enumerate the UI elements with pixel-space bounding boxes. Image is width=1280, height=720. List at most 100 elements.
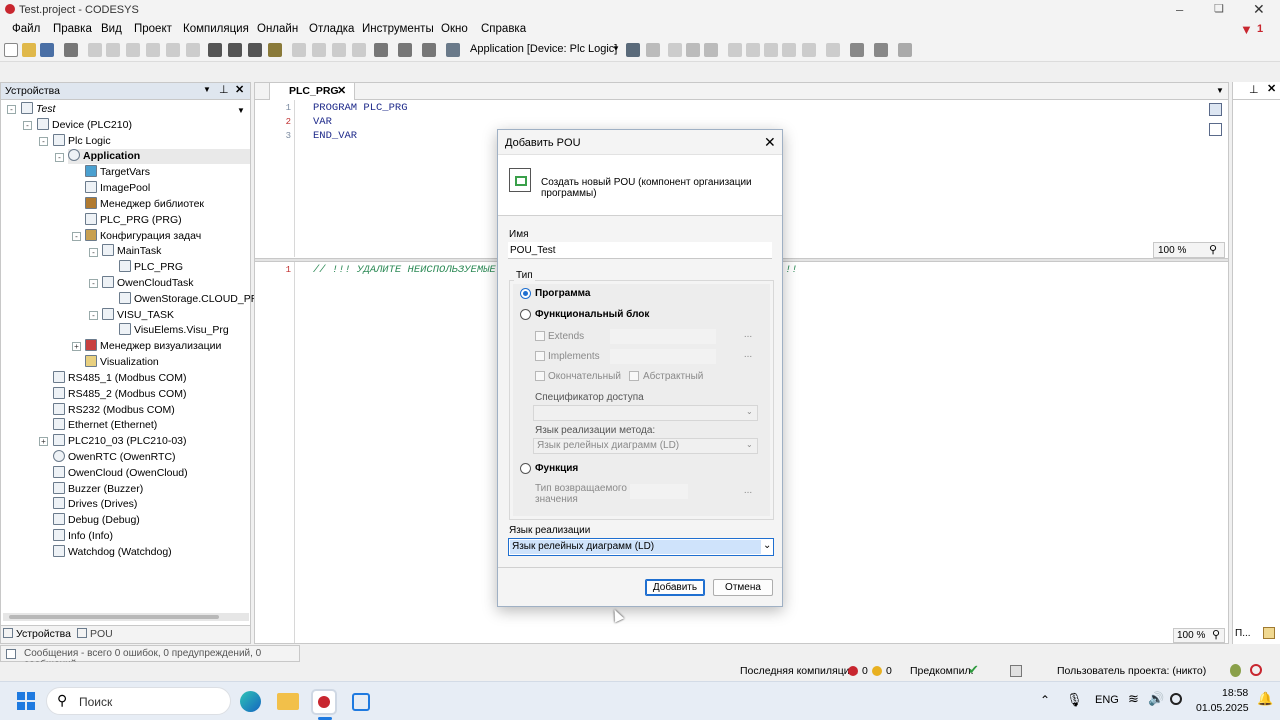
collapse-taskconfig-icon[interactable]: - <box>72 232 81 241</box>
new-file-icon[interactable] <box>4 43 18 57</box>
panel-menu-icon[interactable]: ▼ <box>203 85 211 94</box>
tree-item-rs232[interactable]: RS232 (Modbus COM) <box>53 403 175 418</box>
code-line[interactable]: VAR <box>313 116 332 128</box>
zoom-icon[interactable]: ⚲ <box>1209 243 1217 256</box>
user-icon[interactable] <box>1230 664 1241 677</box>
right-panel-tab[interactable]: П... <box>1235 628 1251 639</box>
radio-function[interactable] <box>520 463 531 474</box>
step-into-icon[interactable] <box>746 43 760 57</box>
add-button[interactable]: Добавить <box>645 579 705 596</box>
return-type-browse-button[interactable]: ... <box>736 485 760 500</box>
collapse-maintask-icon[interactable]: - <box>89 248 98 257</box>
show-current-icon[interactable] <box>826 43 840 57</box>
notification-bell-icon[interactable]: 🔔 <box>1257 691 1273 707</box>
tree-dropdown-icon[interactable]: ▼ <box>237 106 245 115</box>
pin-icon[interactable]: ⊥ <box>1249 83 1259 96</box>
delete-icon[interactable] <box>186 43 200 57</box>
menu-project[interactable]: Проект <box>134 23 172 35</box>
tree-item-owenrtc[interactable]: OwenRTC (OwenRTC) <box>53 450 176 465</box>
paste-icon[interactable] <box>166 43 180 57</box>
tree-item-debug[interactable]: Debug (Debug) <box>53 513 140 528</box>
redo-icon[interactable] <box>106 43 120 57</box>
chevron-down-icon[interactable]: ▼ <box>612 44 620 53</box>
tab-pou[interactable]: POU <box>77 628 113 640</box>
code-line[interactable]: END_VAR <box>313 130 357 142</box>
cut-icon[interactable] <box>126 43 140 57</box>
rebuild-icon[interactable] <box>422 43 436 57</box>
final-checkbox[interactable] <box>535 371 545 381</box>
access-specifier-combo[interactable] <box>533 405 758 421</box>
tree-item-plc-prg[interactable]: PLC_PRG (PRG) <box>85 213 182 228</box>
tree-item-imagepool[interactable]: ImagePool <box>85 181 150 196</box>
menu-view[interactable]: Вид <box>101 23 122 35</box>
tree-item-visualization[interactable]: Visualization <box>85 355 159 370</box>
logout-icon[interactable] <box>646 43 660 57</box>
microphone-icon[interactable]: 🎙 <box>1066 692 1083 708</box>
menu-tools[interactable]: Инструменты <box>362 23 434 35</box>
close-window-button[interactable]: ✕ <box>1253 1 1265 18</box>
menu-build[interactable]: Компиляция <box>183 23 249 35</box>
menu-file[interactable]: Файл <box>12 23 40 35</box>
tree-item-owencloud[interactable]: OwenCloud (OwenCloud) <box>53 466 188 481</box>
bookmark-clear-icon[interactable] <box>352 43 366 57</box>
expand-plc21003-icon[interactable]: + <box>39 437 48 446</box>
name-field[interactable] <box>508 242 772 259</box>
tree-item-targetvars[interactable]: TargetVars <box>85 165 150 180</box>
horizontal-scrollbar[interactable] <box>3 613 249 621</box>
menu-window[interactable]: Окно <box>441 23 468 35</box>
tree-item-rs485-1[interactable]: RS485_1 (Modbus COM) <box>53 371 186 386</box>
tray-chevron-up-icon[interactable]: ⌃ <box>1040 693 1050 707</box>
save-icon[interactable] <box>40 43 54 57</box>
messages-bar[interactable]: Сообщения - всего 0 ошибок, 0 предупрежд… <box>0 645 300 670</box>
radio-program-label[interactable]: Программа <box>535 288 590 299</box>
login-icon[interactable] <box>626 43 640 57</box>
tree-item-test[interactable]: Test <box>21 102 55 117</box>
print-icon[interactable] <box>64 43 78 57</box>
radio-function-label[interactable]: Функция <box>535 463 578 474</box>
start-icon[interactable] <box>668 43 682 57</box>
tree-item-plc210-03[interactable]: PLC210_03 (PLC210-03) <box>53 434 187 449</box>
tree-item-device[interactable]: Device (PLC210) <box>37 118 132 133</box>
tree-item-visu-task[interactable]: VISU_TASK <box>102 308 174 323</box>
snipping-tool-icon[interactable] <box>352 693 370 711</box>
collapse-visutask-icon[interactable]: - <box>89 311 98 320</box>
return-type-field[interactable] <box>630 484 688 499</box>
find-icon[interactable] <box>208 43 222 57</box>
force-values-icon[interactable] <box>874 43 888 57</box>
wifi-icon[interactable]: ≋ <box>1128 691 1139 707</box>
tree-item-visu-manager[interactable]: Менеджер визуализации <box>85 339 221 354</box>
radio-function-block-label[interactable]: Функциональный блок <box>535 309 649 320</box>
undo-icon[interactable] <box>88 43 102 57</box>
bookmark-next-icon[interactable] <box>312 43 326 57</box>
menu-online[interactable]: Онлайн <box>257 23 298 35</box>
tree-item-application[interactable]: Application <box>68 149 250 164</box>
tree-item-info[interactable]: Info (Info) <box>53 529 113 544</box>
alert-flag-icon[interactable]: ▼ <box>1240 22 1253 37</box>
extends-checkbox[interactable] <box>535 331 545 341</box>
abstract-checkbox[interactable] <box>629 371 639 381</box>
extends-field[interactable] <box>610 329 716 344</box>
tree-item-ethernet[interactable]: Ethernet (Ethernet) <box>53 418 157 433</box>
sync-icon[interactable] <box>1250 664 1262 676</box>
collapse-test-icon[interactable]: - <box>7 105 16 114</box>
replace-icon[interactable] <box>268 43 282 57</box>
code-comment[interactable]: // !!! УДАЛИТЕ НЕИСПОЛЬЗУЕМЫЕ И <box>313 264 508 276</box>
stop-icon[interactable] <box>686 43 700 57</box>
toolbox-icon[interactable] <box>1263 627 1275 639</box>
copy-icon[interactable] <box>146 43 160 57</box>
windows-start-icon[interactable] <box>17 692 35 710</box>
tree-item-library-manager[interactable]: Менеджер библиотек <box>85 197 204 212</box>
menu-help[interactable]: Справка <box>481 23 526 35</box>
impl-lang-combo[interactable]: Язык релейных диаграмм (LD) ⌄ <box>508 538 774 556</box>
close-panel-icon[interactable]: ✕ <box>235 83 244 96</box>
code-line[interactable]: PROGRAM PLC_PRG <box>313 102 408 114</box>
menu-edit[interactable]: Правка <box>53 23 92 35</box>
close-tab-icon[interactable]: ✕ <box>337 84 346 97</box>
unforce-icon[interactable] <box>898 43 912 57</box>
collapse-cloudtask-icon[interactable]: - <box>89 279 98 288</box>
codesys-taskbar-icon[interactable] <box>313 691 335 713</box>
maximize-button[interactable]: ❏ <box>1214 2 1224 15</box>
tabular-view-icon[interactable] <box>1209 123 1222 136</box>
bookmark-icon[interactable] <box>292 43 306 57</box>
tree-item-task-config[interactable]: Конфигурация задач <box>85 229 201 244</box>
